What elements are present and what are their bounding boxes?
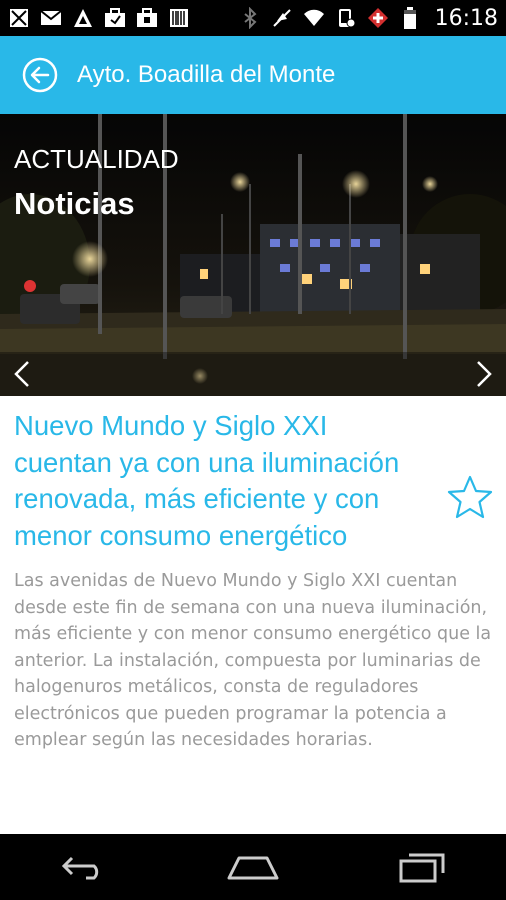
star-icon (447, 475, 493, 519)
notification-icons (8, 7, 190, 29)
system-back-button[interactable] (44, 837, 124, 897)
battery-icon (399, 7, 421, 29)
briefcase-icon (136, 7, 158, 29)
app-bar: Ayto. Boadilla del Monte (0, 36, 506, 114)
wifi-icon (303, 7, 325, 29)
briefcase-icon (104, 7, 126, 29)
back-button[interactable] (15, 50, 65, 100)
section-title: Noticias (14, 186, 135, 221)
next-button[interactable] (462, 352, 506, 396)
app-icon (72, 7, 94, 29)
system-navigation-bar (0, 834, 506, 900)
system-recents-button[interactable] (382, 837, 462, 897)
system-home-button[interactable] (213, 837, 293, 897)
swiss-flag-icon (367, 7, 389, 29)
article-title: Nuevo Mundo y Siglo XXI cuentan ya con u… (14, 410, 400, 551)
article-body: Las avenidas de Nuevo Mundo y Siglo XXI … (14, 571, 492, 750)
back-icon (62, 856, 99, 880)
app-title: Ayto. Boadilla del Monte (77, 61, 336, 88)
clock: 16:18 (434, 5, 498, 31)
screenshot-icon (8, 7, 30, 29)
article-content: Nuevo Mundo y Siglo XXI cuentan ya con u… (0, 396, 506, 834)
previous-button[interactable] (0, 352, 44, 396)
carousel-nav (0, 352, 506, 396)
hero-banner: ACTUALIDAD Noticias (0, 114, 506, 396)
phone-icon (335, 7, 357, 29)
barcode-icon (168, 7, 190, 29)
mute-icon (271, 7, 293, 29)
arrow-left-circle-icon (22, 57, 58, 93)
recents-icon (399, 853, 445, 883)
gmail-icon (40, 7, 62, 29)
favorite-button[interactable] (446, 474, 498, 524)
chevron-right-icon (477, 361, 492, 387)
status-bar: 16:18 (0, 0, 506, 36)
home-icon (227, 856, 279, 880)
section-label: ACTUALIDAD (14, 144, 179, 174)
bluetooth-icon (239, 7, 261, 29)
system-icons: 16:18 (239, 6, 498, 31)
chevron-left-icon (14, 361, 29, 387)
